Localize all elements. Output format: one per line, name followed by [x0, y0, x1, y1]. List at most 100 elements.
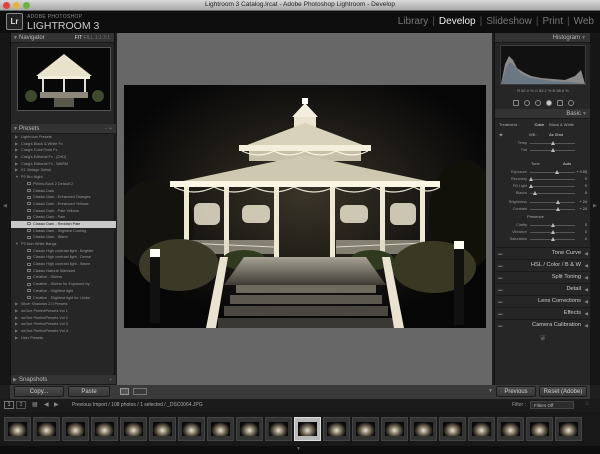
filmstrip-thumbnail[interactable] [352, 417, 379, 441]
slider-blacks[interactable]: Blacks 5 [499, 190, 587, 197]
filmstrip-thumbnail[interactable] [555, 417, 582, 441]
zoom-3-1[interactable]: 3:1 [103, 35, 110, 41]
zoom-fit[interactable]: FIT [75, 35, 82, 41]
module-develop[interactable]: Develop [439, 16, 476, 27]
back-arrow-icon[interactable]: ◀ [44, 401, 49, 408]
preset-folder[interactable]: ▶ Silver Shadows 2.0 Presets [11, 301, 116, 308]
add-snapshot-icon[interactable]: + [109, 375, 112, 385]
preset-folder[interactable]: ▶ onOne PerfectPresets Vol 3 [11, 321, 116, 328]
histogram-header[interactable]: Histogram ▼ [495, 33, 590, 43]
grid-icon[interactable]: ▦ [32, 401, 38, 408]
treatment-color[interactable]: Color [534, 122, 544, 127]
section-hsl-color-b-w[interactable]: ▬ HSL / Color / B & W ◀ [495, 259, 591, 270]
forward-arrow-icon[interactable]: ▶ [54, 401, 59, 408]
add-preset-icon[interactable]: − + [105, 124, 112, 134]
before-after-icon[interactable] [133, 388, 147, 395]
section-lens-corrections[interactable]: ▬ Lens Corrections ◀ [495, 295, 591, 306]
preset-folder[interactable]: ▶ onOne PerfectPresets Vol 2 [11, 315, 116, 322]
previous-button[interactable]: Previous [496, 386, 536, 397]
preset-item[interactable]: Creative - Slightest light for Limbs [11, 295, 116, 302]
slider-knob[interactable] [550, 148, 555, 152]
slider-value[interactable]: 5 [585, 191, 587, 195]
slider-tint[interactable]: Tint [499, 147, 587, 154]
preset-item[interactable]: Creative - Silvers for Exposure by [11, 281, 116, 288]
filmstrip-thumbnail[interactable] [33, 417, 60, 441]
slider-knob[interactable] [528, 184, 533, 188]
filmstrip-thumbnail[interactable] [265, 417, 292, 441]
module-slideshow[interactable]: Slideshow [486, 16, 532, 27]
preset-item[interactable]: Classic Dark - Enhanced Yellows [11, 201, 116, 208]
slider-fill-light[interactable]: Fill Light 0 [499, 183, 587, 190]
filter-select[interactable]: Filters Off [530, 401, 574, 409]
page-1-button[interactable]: 1 [4, 401, 14, 409]
slider-value[interactable]: 0 [585, 230, 587, 234]
filmstrip-thumbnail[interactable] [294, 417, 321, 441]
filmstrip-thumbnail[interactable] [178, 417, 205, 441]
preset-folder[interactable]: ▶ K1 Vintage Delish [11, 167, 116, 174]
right-panel-toggle-icon[interactable]: ▶ [593, 203, 597, 209]
preset-item[interactable]: Classic Natural Standard [11, 268, 116, 275]
preset-item[interactable]: Creative - Slightest light [11, 288, 116, 295]
filmstrip-thumbnail[interactable] [323, 417, 350, 441]
slider-knob[interactable] [532, 191, 537, 195]
slider-knob[interactable] [555, 170, 559, 174]
slider-value[interactable]: + 0.55 [576, 170, 587, 174]
slider-brightness[interactable]: Brightness + 24 [499, 199, 587, 206]
filmstrip-thumbnail[interactable] [236, 417, 263, 441]
slider-temp[interactable]: Temp [499, 140, 587, 147]
preset-item[interactable]: Classic Dark - Warm [11, 234, 116, 241]
treatment-bw[interactable]: Black & White [549, 122, 574, 127]
section-effects[interactable]: ▬ Effects ◀ [495, 307, 591, 318]
filmstrip-thumbnail[interactable] [381, 417, 408, 441]
crop-icon[interactable] [523, 99, 530, 106]
presets-header[interactable]: ▼ Presets − + [11, 124, 116, 134]
preset-item[interactable]: Classic High contrast light - Brighter [11, 248, 116, 255]
preset-folder[interactable]: ▶ Craig's Color/Tone Fx [11, 147, 116, 154]
slider-track[interactable] [530, 179, 575, 180]
preset-folder[interactable]: ▶ Craig's Editorial Fx - WARM [11, 161, 116, 168]
eyedropper-icon[interactable]: ⌖ [499, 132, 503, 140]
preset-folder[interactable]: ▼ P3 Bro Night [11, 174, 116, 181]
slider-track[interactable] [530, 209, 575, 210]
slider-value[interactable]: 0 [585, 184, 587, 188]
filmstrip-thumbnail[interactable] [91, 417, 118, 441]
filmstrip-thumbnail[interactable] [149, 417, 176, 441]
panel-switch-icon[interactable]: ▬ [498, 308, 503, 319]
reset-button[interactable]: Reset (Adobe) [539, 386, 587, 397]
slider-track[interactable] [530, 193, 575, 194]
preset-folder[interactable]: ▶ onOne PerfectPresets Vol 4 [11, 328, 116, 335]
slider-saturation[interactable]: Saturation 0 [499, 236, 587, 243]
panel-switch-icon[interactable]: ▬ [498, 248, 503, 259]
slider-knob[interactable] [550, 230, 555, 234]
preset-item[interactable]: Creative - Silvers [11, 274, 116, 281]
adjustment-brush-icon[interactable] [567, 99, 574, 106]
filmstrip-thumbnail[interactable] [4, 417, 31, 441]
section-detail[interactable]: ▬ Detail ◀ [495, 283, 591, 294]
slider-knob[interactable] [528, 177, 533, 181]
module-library[interactable]: Library [398, 16, 429, 27]
filmstrip-status[interactable]: Previous Import / 108 photos / 1 selecte… [72, 402, 203, 408]
toolbar-menu-icon[interactable]: ▼ [488, 388, 493, 394]
zoom-fill[interactable]: FILL [83, 35, 93, 41]
navigator-preview[interactable] [17, 47, 111, 111]
basic-header[interactable]: Basic ▼ [495, 109, 591, 119]
slider-contrast[interactable]: Contrast + 24 [499, 206, 587, 213]
navigator-header[interactable]: ▼ Navigator FIT FILL 1:1 3:1 [11, 33, 114, 43]
slider-value[interactable]: 0 [585, 177, 587, 181]
tone-auto-button[interactable]: Auto [563, 161, 571, 166]
slider-value[interactable]: + 24 [580, 207, 588, 211]
slider-track[interactable] [530, 172, 575, 173]
panel-switch-icon[interactable]: ▬ [498, 260, 503, 271]
snapshots-header[interactable]: ▶ Snapshots + [11, 375, 116, 385]
module-web[interactable]: Web [574, 16, 594, 27]
preset-item[interactable]: Classic Dark [11, 188, 116, 195]
panel-switch-icon[interactable]: ▬ [498, 320, 503, 331]
graduated-filter-icon[interactable] [556, 99, 563, 106]
filmstrip-thumbnail[interactable] [207, 417, 234, 441]
histogram-chart[interactable] [500, 45, 586, 85]
zoom-1-1[interactable]: 1:1 [95, 35, 102, 41]
wb-select[interactable]: As Shot [549, 132, 563, 137]
grid-overlay-icon[interactable] [512, 99, 519, 106]
preset-item[interactable]: Classic Dark - Pale Yellows [11, 208, 116, 215]
preset-folder[interactable]: ▶ Lightroom Presets [11, 134, 116, 141]
